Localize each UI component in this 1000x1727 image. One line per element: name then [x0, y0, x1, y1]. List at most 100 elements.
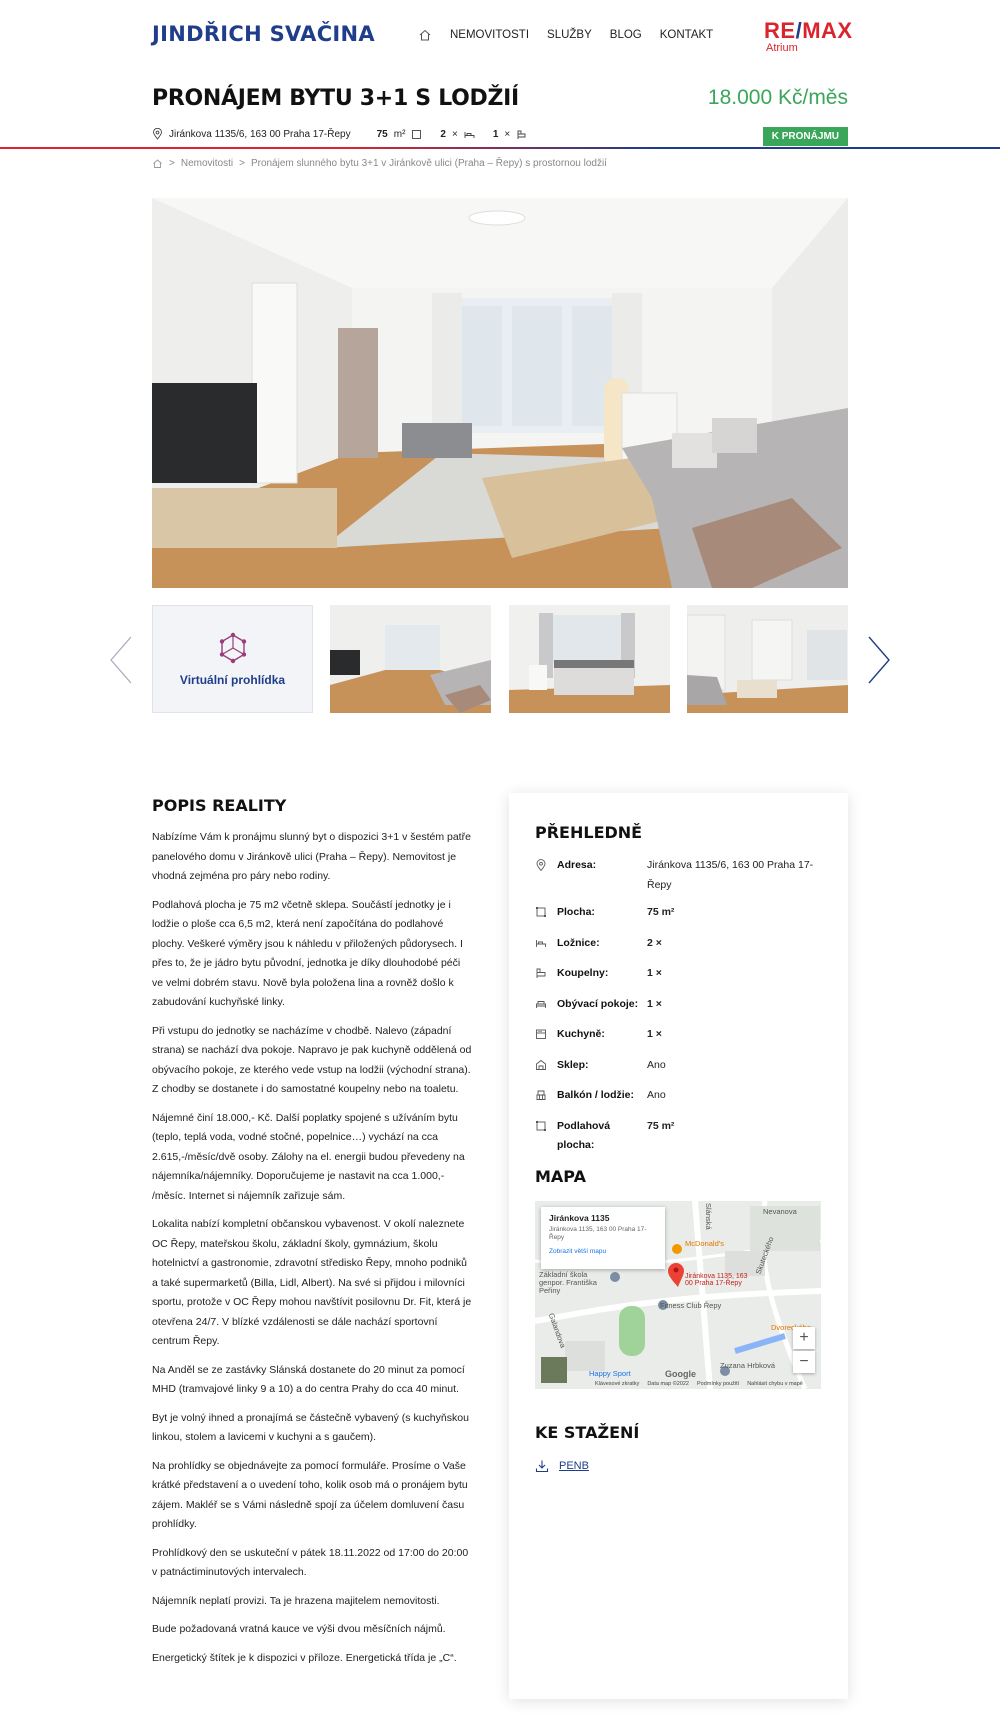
pin-icon — [536, 859, 546, 872]
remax-logo-max: MAX — [802, 18, 853, 43]
download-penb-link[interactable]: PENB — [535, 1459, 589, 1473]
downloads-title: KE STAŽENÍ — [535, 1423, 640, 1442]
gallery-thumb-1[interactable] — [330, 605, 491, 713]
overview-row-address: Adresa: Jiránkova 1135/6, 163 00 Praha 1… — [535, 856, 825, 895]
map-zoom-out-button[interactable]: − — [793, 1351, 815, 1373]
map-footer-terms[interactable]: Podmínky použití — [697, 1381, 739, 1387]
bath-icon — [536, 968, 546, 978]
map-street-nevanova: Nevanova — [763, 1207, 797, 1216]
bath-icon — [517, 130, 526, 139]
site-header: JINDŘICH SVAČINA NEMOVITOSTI SLUŽBY BLOG… — [0, 0, 1000, 72]
description-paragraph: Byt je volný ihned a pronajímá se částeč… — [152, 1411, 469, 1444]
nav-item-kontakt[interactable]: KONTAKT — [660, 29, 713, 41]
status-badge: K PRONÁJMU — [762, 127, 848, 146]
pin-icon — [153, 128, 162, 140]
map-footer-report[interactable]: Nahlásit chybu v mapě — [747, 1381, 803, 1387]
virtual-tour-thumb[interactable]: Virtuální prohlídka — [152, 605, 313, 713]
map-place-school[interactable]: Základní škola genpor. Františka Peřiny — [539, 1271, 609, 1295]
overview-row-bathrooms: Koupelny: 1 × — [535, 964, 825, 987]
virtual-tour-icon — [219, 632, 246, 664]
breadcrumb-item-current: Pronájem slunného bytu 3+1 v Jiránkově u… — [250, 158, 607, 169]
overview-value: 1 × — [647, 967, 662, 979]
overview-label: Plocha: — [557, 906, 595, 918]
balcony-icon — [536, 1090, 546, 1100]
description-paragraph: Energetický štítek je k dispozici v příl… — [152, 1651, 457, 1664]
overview-value: 1 × — [647, 1028, 662, 1040]
cellar-icon — [536, 1059, 546, 1070]
overview-row-kitchens: Kuchyně: 1 × — [535, 1025, 825, 1048]
overview-row-floor-area: Podlahová plocha: 75 m² — [535, 1117, 825, 1156]
gallery-next-arrow[interactable] — [866, 636, 892, 684]
download-icon — [535, 1460, 549, 1473]
description-text: Nabízíme Vám k pronájmu slunný byt o dis… — [152, 828, 472, 1677]
overview-title: PŘEHLEDNĚ — [535, 823, 643, 842]
overview-label: Obývací pokoje: — [557, 997, 639, 1010]
gallery-prev-arrow[interactable] — [108, 636, 134, 684]
remax-logo-re: RE — [764, 18, 796, 43]
description-paragraph: Nájemník neplatí provizi. Ta je hrazena … — [152, 1594, 440, 1607]
map-footer-shortcuts[interactable]: Klávesové zkratky — [595, 1381, 639, 1387]
breadcrumb-sep: > — [169, 158, 175, 169]
description-paragraph: Nájemné činí 18.000,- Kč. Další poplatky… — [152, 1111, 465, 1202]
sofa-icon — [536, 1000, 546, 1008]
overview-label: Koupelny: — [557, 967, 609, 979]
breadcrumb-home-icon[interactable] — [152, 158, 163, 169]
map-place-fitness[interactable]: Fitness Club Řepy — [660, 1301, 721, 1310]
overview-value: 2 × — [647, 936, 662, 949]
kitchen-icon — [536, 1029, 546, 1039]
map-embed[interactable]: Jiránkova 1135 Jiránkova 1135, 163 00 Pr… — [535, 1201, 821, 1389]
description-paragraph: Prohlídkový den se uskuteční v pátek 18.… — [152, 1546, 469, 1579]
header-divider — [0, 147, 1000, 149]
overview-value: 75 m² — [647, 906, 675, 918]
map-popup-title: Jiránkova 1135 — [549, 1213, 610, 1223]
overview-value: Jiránkova 1135/6, 163 00 Praha 17-Řepy — [647, 859, 814, 891]
listing-bathrooms-times: × — [504, 128, 511, 140]
overview-value: 1 × — [647, 997, 662, 1010]
nav-item-blog[interactable]: BLOG — [610, 29, 642, 41]
breadcrumb-item-nemovitosti[interactable]: Nemovitosti — [181, 158, 233, 169]
area-icon — [536, 907, 546, 917]
download-penb-label: PENB — [559, 1460, 589, 1472]
overview-value: Ano — [647, 1058, 666, 1071]
listing-price: 18.000 Kč/měs — [707, 86, 848, 109]
main-photo[interactable] — [152, 198, 848, 588]
home-icon[interactable] — [418, 28, 432, 42]
overview-row-bedrooms: Ložnice: 2 × — [535, 934, 825, 957]
map-zoom-in-button[interactable]: + — [793, 1327, 815, 1349]
site-logo[interactable]: JINDŘICH SVAČINA — [152, 22, 375, 46]
description-paragraph: Podlahová plocha je 75 m2 včetně sklepa.… — [152, 898, 463, 1009]
description-paragraph: Bude požadovaná vratná kauce ve výši dvo… — [152, 1623, 446, 1635]
bed-icon — [536, 939, 546, 947]
listing-address: Jiránkova 1135/6, 163 00 Praha 17-Řepy — [169, 128, 351, 140]
overview-list: Adresa: Jiránkova 1135/6, 163 00 Praha 1… — [535, 856, 825, 1164]
map-place-happy-sport[interactable]: Happy Sport — [589, 1369, 631, 1378]
map-marker-label[interactable]: Jiránkova 1135, 163 00 Praha 17-Řepy — [685, 1273, 755, 1287]
map-street-slanska: Slánská — [704, 1203, 713, 1230]
map-popup-link[interactable]: Zobrazit větší mapu — [549, 1248, 657, 1255]
gallery-thumb-3[interactable] — [687, 605, 848, 713]
listing-bedrooms-times: × — [451, 128, 458, 140]
virtual-tour-label: Virtuální prohlídka — [179, 673, 286, 687]
overview-row-living-rooms: Obývací pokoje: 1 × — [535, 995, 825, 1018]
listing-meta: Jiránkova 1135/6, 163 00 Praha 17-Řepy 7… — [152, 128, 527, 140]
gallery-thumb-2[interactable] — [509, 605, 670, 713]
listing-title: PRONÁJEM BYTU 3+1 S LODŽIÍ — [152, 86, 519, 111]
nav-item-nemovitosti[interactable]: NEMOVITOSTI — [450, 29, 529, 41]
area-icon — [412, 129, 422, 139]
description-paragraph: Lokalita nabízí kompletní občanskou vyba… — [152, 1218, 472, 1347]
description-paragraph: Při vstupu do jednotky se nacházíme v ch… — [152, 1024, 472, 1096]
description-paragraph: Na Anděl se ze zastávky Slánská dostanet… — [152, 1363, 465, 1396]
map-place-zuzana[interactable]: Zuzana Hrbková — [720, 1361, 775, 1370]
map-place-mcdonalds[interactable]: McDonald's — [685, 1239, 724, 1248]
overview-row-cellar: Sklep: Ano — [535, 1056, 825, 1079]
nav-item-sluzby[interactable]: SLUŽBY — [547, 29, 592, 41]
listing-area: 75 — [376, 128, 388, 140]
breadcrumb: > Nemovitosti > Pronájem slunného bytu 3… — [152, 158, 607, 169]
overview-card: PŘEHLEDNĚ Adresa: Jiránkova 1135/6, 163 … — [509, 793, 848, 1699]
map-title: MAPA — [535, 1167, 586, 1186]
overview-row-area: Plocha: 75 m² — [535, 903, 825, 926]
main-nav: NEMOVITOSTI SLUŽBY BLOG KONTAKT — [418, 28, 713, 42]
remax-logo-sub: Atrium — [766, 42, 798, 54]
remax-logo[interactable]: RE/MAX Atrium — [764, 18, 853, 55]
listing-bathrooms: 1 — [492, 128, 499, 140]
